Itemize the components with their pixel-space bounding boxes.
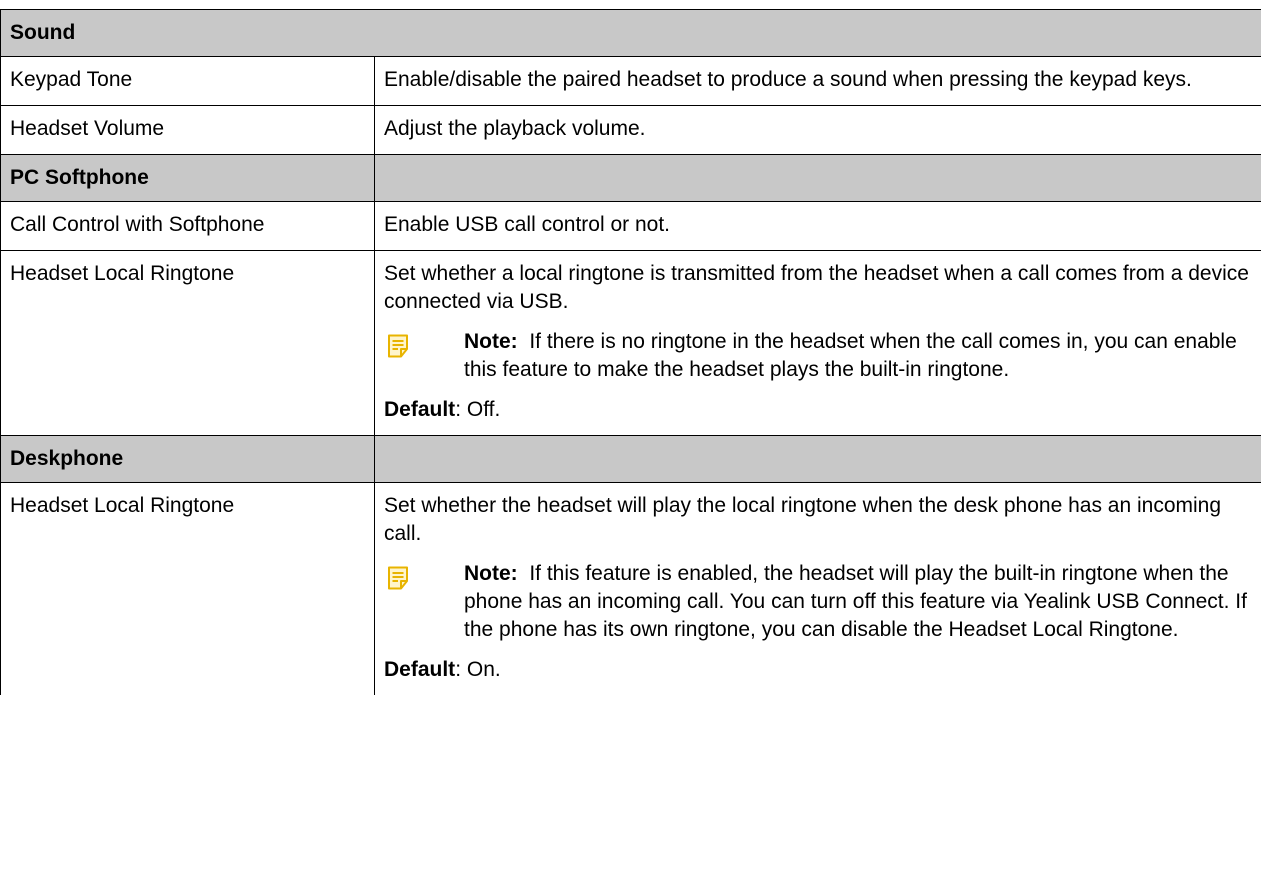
setting-description: Enable/disable the paired headset to pro…: [373, 56, 1261, 106]
section-title: Sound: [0, 9, 1261, 57]
note-text: If there is no ringtone in the headset w…: [464, 330, 1237, 381]
setting-description: Adjust the playback volume.: [373, 105, 1261, 155]
setting-name: Headset Local Ringtone: [0, 482, 375, 695]
setting-name: Keypad Tone: [0, 56, 375, 106]
note-label: Note:: [464, 330, 530, 353]
table-row: Headset Volume Adjust the playback volum…: [0, 105, 1261, 155]
default-label: Default: [384, 658, 456, 681]
default-value: : Off.: [455, 398, 501, 421]
settings-table: Sound Keypad Tone Enable/disable the pai…: [0, 9, 1261, 695]
default-label: Default: [384, 398, 456, 421]
section-title: PC Softphone: [0, 154, 375, 202]
setting-description: Enable USB call control or not.: [373, 201, 1261, 251]
section-header-blank: [373, 435, 1261, 483]
setting-name: Call Control with Softphone: [0, 201, 375, 251]
default-line: Default: On.: [384, 656, 1249, 684]
section-header-pc-softphone: PC Softphone: [0, 154, 1261, 202]
section-title: Deskphone: [0, 435, 375, 483]
section-header-sound: Sound: [0, 9, 1261, 57]
setting-name: Headset Volume: [0, 105, 375, 155]
table-row: Headset Local Ringtone Set whether the h…: [0, 482, 1261, 695]
setting-description: Set whether a local ringtone is transmit…: [384, 262, 1249, 313]
section-header-deskphone: Deskphone: [0, 435, 1261, 483]
setting-description: Set whether the headset will play the lo…: [384, 494, 1222, 545]
note-block: Note: If there is no ringtone in the hea…: [384, 328, 1249, 384]
section-header-blank: [373, 154, 1261, 202]
table-row: Call Control with Softphone Enable USB c…: [0, 201, 1261, 251]
note-icon: [388, 334, 408, 358]
note-block: Note: If this feature is enabled, the he…: [384, 560, 1249, 644]
note-label: Note:: [464, 562, 530, 585]
setting-name: Headset Local Ringtone: [0, 250, 375, 436]
default-line: Default: Off.: [384, 396, 1249, 424]
default-value: : On.: [455, 658, 501, 681]
table-row: Headset Local Ringtone Set whether a loc…: [0, 250, 1261, 436]
setting-description-cell: Set whether a local ringtone is transmit…: [373, 250, 1261, 436]
note-icon: [388, 566, 408, 590]
table-row: Keypad Tone Enable/disable the paired he…: [0, 56, 1261, 106]
note-text: If this feature is enabled, the headset …: [464, 562, 1247, 641]
setting-description-cell: Set whether the headset will play the lo…: [373, 482, 1261, 695]
